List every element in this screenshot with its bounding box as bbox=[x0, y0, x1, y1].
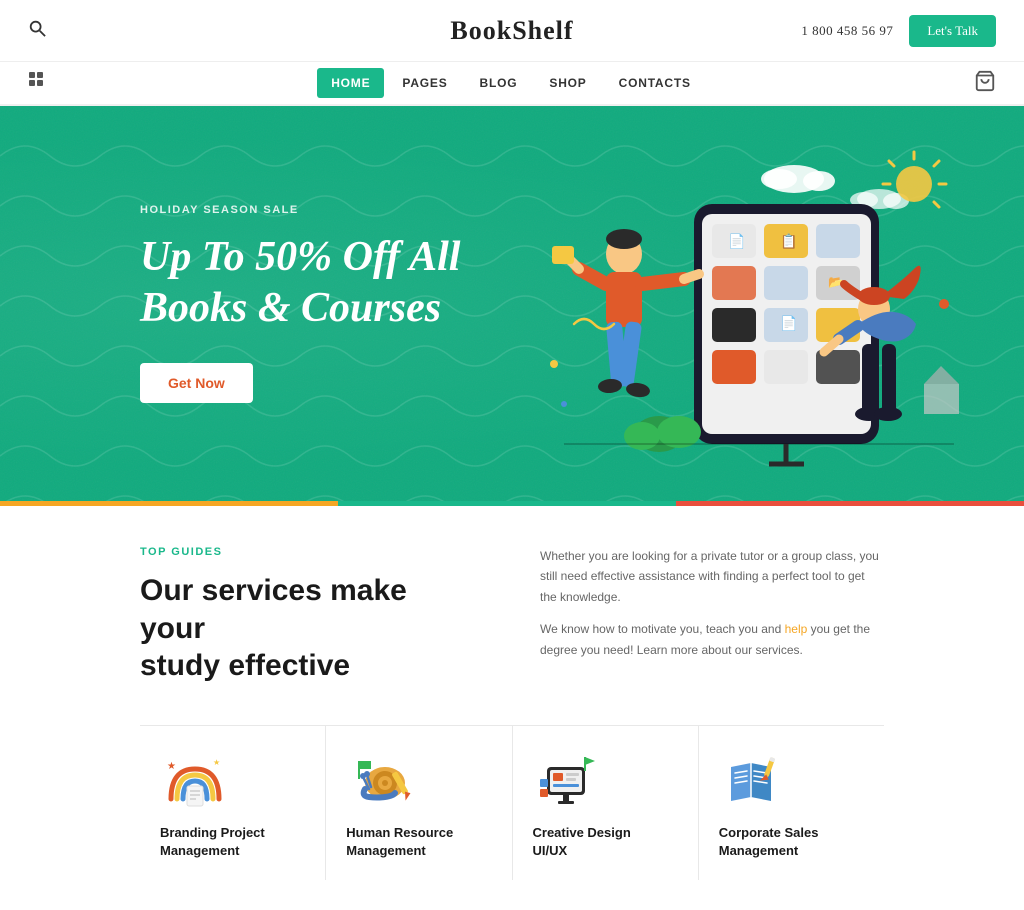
card-title-corporate: Corporate SalesManagement bbox=[719, 824, 864, 860]
hero-illustration: 📄 📋 📂 📄 bbox=[484, 116, 964, 501]
header-right: 1 800 458 56 97 Let's Talk bbox=[801, 15, 996, 47]
hero-label: HOLIDAY SEASON SALE bbox=[140, 204, 512, 216]
services-right: Whether you are looking for a private tu… bbox=[540, 546, 884, 685]
nav-contacts[interactable]: CONTACTS bbox=[605, 68, 705, 98]
services-section: TOP GUIDES Our services make yourstudy e… bbox=[0, 506, 1024, 910]
get-now-button[interactable]: Get Now bbox=[140, 363, 253, 403]
service-card-corporate: Corporate SalesManagement bbox=[699, 726, 884, 880]
search-icon[interactable] bbox=[28, 19, 46, 42]
grid-icon[interactable] bbox=[28, 71, 48, 96]
phone-number: 1 800 458 56 97 bbox=[801, 23, 893, 39]
hero-section: HOLIDAY SEASON SALE Up To 50% Off AllBoo… bbox=[0, 106, 1024, 501]
nav-home[interactable]: HOME bbox=[317, 68, 384, 98]
services-top: TOP GUIDES Our services make yourstudy e… bbox=[140, 546, 884, 685]
card-title-design: Creative DesignUI/UX bbox=[533, 824, 678, 860]
nav-shop[interactable]: SHOP bbox=[535, 68, 600, 98]
lets-talk-button[interactable]: Let's Talk bbox=[909, 15, 996, 47]
header: BookShelf 1 800 458 56 97 Let's Talk bbox=[0, 0, 1024, 62]
service-cards: ★ ★ Branding ProjectManagement bbox=[140, 725, 884, 880]
nav-links: HOME PAGES BLOG SHOP CONTACTS bbox=[317, 68, 705, 98]
services-heading: Our services make yourstudy effective bbox=[140, 572, 480, 685]
svg-text:★: ★ bbox=[167, 761, 176, 772]
cart-icon[interactable] bbox=[974, 70, 996, 97]
service-card-branding: ★ ★ Branding ProjectManagement bbox=[140, 726, 326, 880]
corporate-icon-area bbox=[719, 750, 789, 810]
svg-text:📋: 📋 bbox=[780, 233, 797, 250]
card-title-branding: Branding ProjectManagement bbox=[160, 824, 305, 860]
card-title-hr: Human ResourceManagement bbox=[346, 824, 491, 860]
hr-icon-area bbox=[346, 750, 416, 810]
hero-content: HOLIDAY SEASON SALE Up To 50% Off AllBoo… bbox=[0, 204, 512, 403]
highlight-text: help bbox=[785, 622, 808, 636]
svg-text:★: ★ bbox=[213, 758, 220, 767]
service-card-design: Creative DesignUI/UX bbox=[513, 726, 699, 880]
services-desc-p2: We know how to motivate you, teach you a… bbox=[540, 619, 884, 660]
services-left: TOP GUIDES Our services make yourstudy e… bbox=[140, 546, 480, 685]
nav-blog[interactable]: BLOG bbox=[466, 68, 532, 98]
header-left bbox=[28, 19, 46, 42]
design-icon-area bbox=[533, 750, 603, 810]
top-guides-label: TOP GUIDES bbox=[140, 546, 480, 558]
logo[interactable]: BookShelf bbox=[450, 16, 573, 46]
svg-text:📄: 📄 bbox=[780, 315, 797, 332]
services-description: Whether you are looking for a private tu… bbox=[540, 546, 884, 660]
service-card-hr: Human ResourceManagement bbox=[326, 726, 512, 880]
hero-title: Up To 50% Off AllBooks & Courses bbox=[140, 232, 512, 333]
svg-text:📄: 📄 bbox=[728, 233, 745, 250]
branding-icon-area: ★ ★ bbox=[160, 750, 230, 810]
nav-pages[interactable]: PAGES bbox=[388, 68, 461, 98]
hero-svg: 📄 📋 📂 📄 bbox=[484, 124, 964, 494]
services-desc-p1: Whether you are looking for a private tu… bbox=[540, 546, 884, 607]
nav-bar: HOME PAGES BLOG SHOP CONTACTS bbox=[0, 62, 1024, 106]
